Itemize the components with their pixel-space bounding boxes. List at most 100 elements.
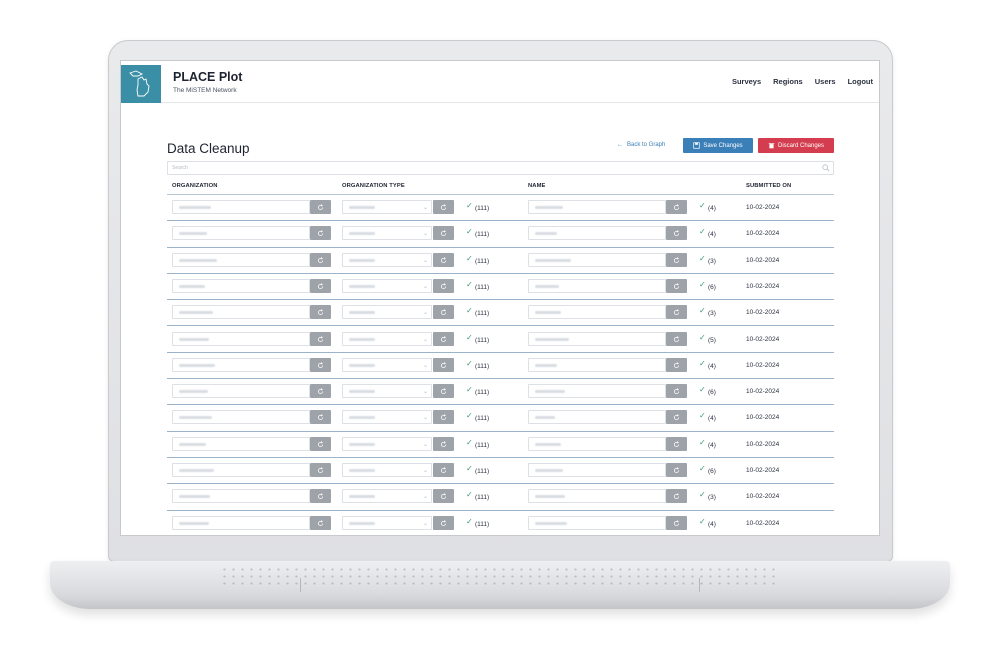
name-reset-button[interactable] [666,200,687,214]
organization-reset-button[interactable] [310,226,331,241]
check-icon[interactable]: ✓ [699,359,706,368]
organization-input[interactable] [172,515,310,530]
check-icon[interactable]: ✓ [699,201,706,210]
name-input[interactable] [528,278,666,293]
name-reset-button[interactable] [666,357,687,372]
name-input[interactable] [528,489,666,504]
check-icon[interactable]: ✓ [699,411,706,420]
organization-input[interactable] [172,252,310,267]
organization-type-select[interactable]: ⌄ [342,463,432,477]
check-icon[interactable]: ✓ [466,306,473,315]
organization-input[interactable] [172,489,310,504]
organization-type-reset-button[interactable] [433,357,454,372]
search-input[interactable]: Search [167,161,834,175]
logo[interactable] [121,65,161,103]
name-reset-button[interactable] [666,463,687,477]
check-icon[interactable]: ✓ [699,333,706,342]
organization-input[interactable] [172,200,310,214]
organization-reset-button[interactable] [310,436,331,451]
name-reset-button[interactable] [666,331,687,346]
organization-type-reset-button[interactable] [433,436,454,451]
name-input[interactable] [528,410,666,425]
organization-input[interactable] [172,278,310,293]
organization-input[interactable] [172,410,310,425]
organization-type-select[interactable]: ⌄ [342,410,432,425]
check-icon[interactable]: ✓ [699,490,706,499]
organization-input[interactable] [172,463,310,477]
organization-type-select[interactable]: ⌄ [342,357,432,372]
name-input[interactable] [528,252,666,267]
organization-type-reset-button[interactable] [433,463,454,477]
name-input[interactable] [528,305,666,320]
name-input[interactable] [528,226,666,241]
organization-type-reset-button[interactable] [433,410,454,425]
name-reset-button[interactable] [666,515,687,530]
check-icon[interactable]: ✓ [699,306,706,315]
name-input[interactable] [528,357,666,372]
organization-type-reset-button[interactable] [433,384,454,399]
check-icon[interactable]: ✓ [466,438,473,447]
check-icon[interactable]: ✓ [699,517,706,526]
name-reset-button[interactable] [666,278,687,293]
save-changes-button[interactable]: Save Changes [683,138,753,153]
check-icon[interactable]: ✓ [699,438,706,447]
name-input[interactable] [528,463,666,477]
organization-type-select[interactable]: ⌄ [342,305,432,320]
organization-reset-button[interactable] [310,305,331,320]
organization-reset-button[interactable] [310,331,331,346]
nav-surveys[interactable]: Surveys [732,77,761,86]
organization-reset-button[interactable] [310,384,331,399]
check-icon[interactable]: ✓ [699,385,706,394]
check-icon[interactable]: ✓ [466,333,473,342]
organization-input[interactable] [172,357,310,372]
check-icon[interactable]: ✓ [466,227,473,236]
organization-type-reset-button[interactable] [433,200,454,214]
name-input[interactable] [528,331,666,346]
name-reset-button[interactable] [666,305,687,320]
check-icon[interactable]: ✓ [466,411,473,420]
organization-reset-button[interactable] [310,357,331,372]
check-icon[interactable]: ✓ [466,359,473,368]
organization-reset-button[interactable] [310,463,331,477]
organization-type-reset-button[interactable] [433,489,454,504]
organization-reset-button[interactable] [310,252,331,267]
check-icon[interactable]: ✓ [699,280,706,289]
organization-input[interactable] [172,305,310,320]
organization-reset-button[interactable] [310,515,331,530]
organization-type-select[interactable]: ⌄ [342,200,432,214]
check-icon[interactable]: ✓ [466,385,473,394]
organization-input[interactable] [172,226,310,241]
discard-changes-button[interactable]: Discard Changes [758,138,834,153]
check-icon[interactable]: ✓ [466,254,473,263]
nav-regions[interactable]: Regions [773,77,803,86]
nav-users[interactable]: Users [815,77,836,86]
organization-type-reset-button[interactable] [433,305,454,320]
organization-type-reset-button[interactable] [433,226,454,241]
organization-type-select[interactable]: ⌄ [342,436,432,451]
organization-type-select[interactable]: ⌄ [342,515,432,530]
check-icon[interactable]: ✓ [699,227,706,236]
name-reset-button[interactable] [666,226,687,241]
check-icon[interactable]: ✓ [466,280,473,289]
nav-logout[interactable]: Logout [848,77,873,86]
name-input[interactable] [528,200,666,214]
name-input[interactable] [528,384,666,399]
organization-input[interactable] [172,331,310,346]
check-icon[interactable]: ✓ [466,490,473,499]
name-reset-button[interactable] [666,384,687,399]
organization-type-select[interactable]: ⌄ [342,331,432,346]
organization-reset-button[interactable] [310,200,331,214]
organization-type-select[interactable]: ⌄ [342,384,432,399]
organization-type-select[interactable]: ⌄ [342,278,432,293]
name-reset-button[interactable] [666,489,687,504]
organization-type-reset-button[interactable] [433,252,454,267]
name-input[interactable] [528,436,666,451]
check-icon[interactable]: ✓ [699,464,706,473]
organization-input[interactable] [172,384,310,399]
organization-type-select[interactable]: ⌄ [342,226,432,241]
check-icon[interactable]: ✓ [466,517,473,526]
organization-type-select[interactable]: ⌄ [342,489,432,504]
check-icon[interactable]: ✓ [466,201,473,210]
organization-type-reset-button[interactable] [433,515,454,530]
organization-type-reset-button[interactable] [433,331,454,346]
